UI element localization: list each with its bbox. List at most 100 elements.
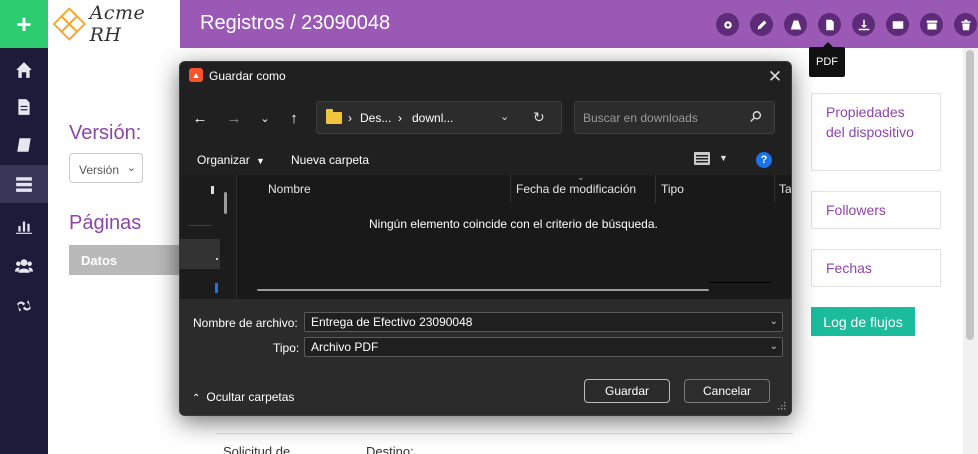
logo-text: Acme RH [89, 2, 146, 46]
paginas-label: Páginas [69, 212, 142, 234]
gear-icon[interactable] [716, 13, 739, 36]
document-icon[interactable] [0, 88, 48, 126]
search-icon[interactable] [749, 110, 763, 124]
view-options-icon[interactable] [694, 152, 710, 165]
navigation-pane[interactable] [180, 175, 237, 299]
dialog-titlebar[interactable]: ▲ Guardar como ✕ [180, 62, 791, 92]
file-list-area: Nombre ⌄ Fecha de modificación Tipo Ta N… [180, 172, 791, 299]
log-de-flujos-button[interactable]: Log de flujos [811, 307, 915, 336]
home-icon[interactable] [0, 51, 48, 89]
field-label-destino: Destino: [366, 444, 414, 454]
search-input[interactable] [575, 102, 745, 133]
nav-pane-selected-item[interactable] [180, 239, 220, 269]
logo-mark-icon [52, 7, 87, 41]
sidebar: + [0, 0, 48, 454]
type-select[interactable]: Archivo PDF ⌄ [304, 337, 783, 357]
chevron-up-icon: ⌃ [192, 393, 201, 404]
folder-icon [326, 109, 342, 124]
divider [709, 282, 771, 283]
nav-pane-item [216, 258, 218, 260]
forward-arrow-icon[interactable]: → [223, 108, 245, 128]
save-as-dialog: ▲ Guardar como ✕ ← → ⌄ ↑ › Des... › down… [179, 61, 792, 416]
chevron-down-icon[interactable]: ▼ [719, 153, 728, 163]
filename-label: Nombre de archivo: [193, 316, 298, 330]
add-button[interactable]: + [0, 0, 48, 48]
recent-locations-chevron-icon[interactable]: ⌄ [254, 108, 276, 128]
divider [188, 225, 212, 226]
resize-grip-icon[interactable] [776, 402, 786, 412]
up-arrow-icon[interactable]: ↑ [283, 108, 305, 128]
dialog-footer: Nombre de archivo: ⌄ Tipo: Archivo PDF ⌄… [180, 299, 791, 415]
page-title: Registros / 23090048 [200, 12, 391, 34]
filename-input[interactable] [311, 315, 751, 329]
pencil-icon[interactable] [750, 13, 773, 36]
column-separator[interactable] [510, 175, 511, 203]
filename-field[interactable]: ⌄ [304, 312, 783, 332]
followers-label: Followers [826, 202, 886, 218]
organize-label: Organizar [197, 153, 250, 167]
column-header-size[interactable]: Ta [779, 182, 791, 196]
organize-menu[interactable]: Organizar ▼ [197, 153, 265, 167]
file-pdf-icon[interactable] [818, 13, 841, 36]
version-select[interactable]: Versión ⌄ [69, 153, 143, 183]
chevron-down-icon[interactable]: ⌄ [770, 316, 778, 327]
field-label-solicitud: Solicitud de [223, 444, 291, 454]
column-header-type[interactable]: Tipo [661, 182, 684, 196]
fechas-panel[interactable]: Fechas [811, 249, 941, 287]
refresh-icon[interactable]: ↻ [533, 109, 545, 126]
download-icon[interactable] [852, 13, 875, 36]
chevron-down-icon[interactable]: ⌄ [500, 110, 509, 123]
bar-chart-icon[interactable] [0, 207, 48, 245]
followers-panel[interactable]: Followers [811, 191, 941, 229]
breadcrumb-separator-icon: › [398, 111, 402, 125]
nav-pane-item [215, 283, 218, 293]
book-icon[interactable] [0, 126, 48, 164]
column-header-date[interactable]: Fecha de modificación [516, 182, 636, 196]
hide-folders-toggle[interactable]: ⌃ Ocultar carpetas [192, 390, 294, 404]
chevron-down-icon: ▼ [256, 156, 265, 166]
propiedades-label: Propiedades del dispositivo [826, 104, 914, 140]
save-button[interactable]: Guardar [584, 379, 670, 403]
breadcrumb-separator-icon: › [348, 111, 352, 125]
nav-pane-item [211, 186, 214, 194]
list-icon[interactable] [0, 165, 48, 203]
breadcrumb-downloads[interactable]: downl... [412, 111, 453, 125]
type-select-value: Archivo PDF [311, 340, 379, 354]
pdf-tooltip: PDF [809, 42, 845, 77]
envelope-icon[interactable] [886, 13, 909, 36]
tab-datos[interactable]: Datos [69, 245, 179, 275]
users-icon[interactable] [0, 247, 48, 285]
dialog-title: Guardar como [209, 69, 286, 83]
archive-icon[interactable] [920, 13, 943, 36]
header: Registros / 23090048 [180, 0, 978, 48]
logo[interactable]: Acme RH [48, 0, 180, 48]
chevron-down-icon: ⌄ [769, 341, 778, 352]
hide-folders-label: Ocultar carpetas [206, 390, 295, 404]
back-arrow-icon[interactable]: ← [189, 108, 211, 128]
version-label: Versión: [69, 122, 142, 144]
type-label: Tipo: [273, 341, 300, 355]
chevron-down-icon: ⌄ [126, 162, 136, 174]
column-header-name[interactable]: Nombre [268, 182, 311, 196]
trash-icon[interactable] [954, 13, 977, 36]
road-icon[interactable] [784, 13, 807, 36]
breadcrumb-desktop[interactable]: Des... [360, 111, 391, 125]
empty-message: Ningún elemento coincide con el criterio… [369, 217, 658, 231]
nav-pane-scrollbar[interactable] [224, 192, 227, 214]
address-bar[interactable]: › Des... › downl... ⌄ ↻ [316, 101, 562, 134]
column-separator[interactable] [774, 175, 775, 203]
page-scrollbar-thumb[interactable] [966, 50, 974, 340]
divider [216, 433, 793, 434]
search-box[interactable] [574, 101, 775, 134]
brave-browser-icon: ▲ [189, 68, 203, 82]
close-icon[interactable]: ✕ [764, 66, 786, 88]
column-separator[interactable] [655, 175, 656, 203]
fechas-label: Fechas [826, 260, 872, 276]
version-select-value: Versión [79, 163, 120, 177]
propiedades-panel[interactable]: Propiedades del dispositivo [811, 93, 941, 171]
new-folder-button[interactable]: Nueva carpeta [291, 153, 369, 167]
cancel-button[interactable]: Cancelar [684, 379, 770, 403]
help-icon[interactable]: ? [756, 152, 772, 168]
link-icon[interactable] [0, 287, 48, 325]
horizontal-scrollbar[interactable] [257, 289, 709, 291]
